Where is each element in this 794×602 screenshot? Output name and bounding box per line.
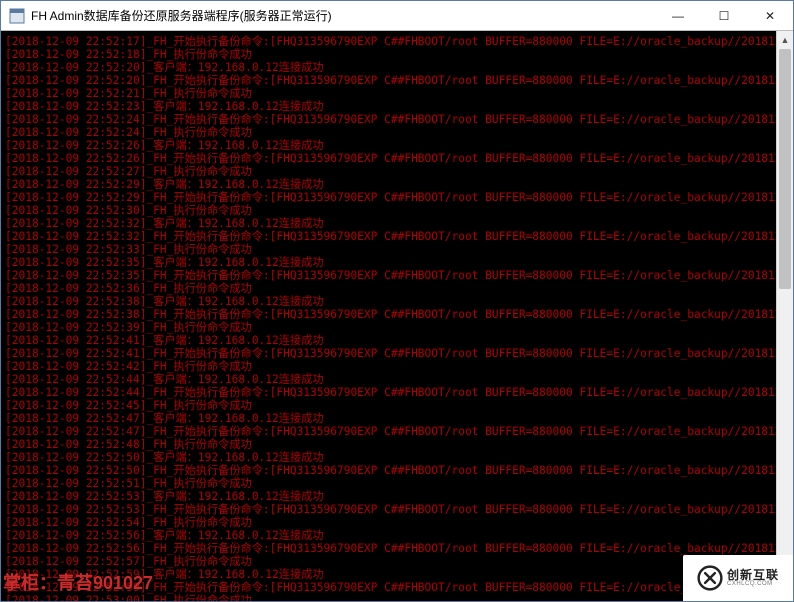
log-line: [2018-12-09 22:52:18]_FH_执行份命令成功 — [5, 48, 793, 61]
log-line: [2018-12-09 22:52:32]_FH_开始执行备份命令:[FHQ31… — [5, 230, 793, 243]
log-line: [2018-12-09 22:52:35]_客户端：192.168.0.12连接… — [5, 256, 793, 269]
close-button[interactable]: ✕ — [747, 1, 793, 31]
log-line: [2018-12-09 22:52:39]_FH_执行份命令成功 — [5, 321, 793, 334]
log-line: [2018-12-09 22:52:41]_客户端：192.168.0.12连接… — [5, 334, 793, 347]
scroll-thumb[interactable] — [779, 49, 791, 289]
log-line: [2018-12-09 22:52:48]_FH_执行份命令成功 — [5, 438, 793, 451]
log-line: [2018-12-09 22:52:26]_FH_开始执行备份命令:[FHQ31… — [5, 152, 793, 165]
log-line: [2018-12-09 22:52:20]_FH_开始执行备份命令:[FHQ31… — [5, 74, 793, 87]
log-line: [2018-12-09 22:52:24]_FH_执行份命令成功 — [5, 126, 793, 139]
log-line: [2018-12-09 22:52:38]_FH_开始执行备份命令:[FHQ31… — [5, 308, 793, 321]
watermark-left: 掌柜：青苔901027 — [3, 569, 153, 595]
log-line: [2018-12-09 22:53:00]_FH_执行份命令成功 — [5, 594, 793, 601]
log-line: [2018-12-09 22:52:23]_客户端：192.168.0.12连接… — [5, 100, 793, 113]
log-line: [2018-12-09 22:52:33]_FH_执行份命令成功 — [5, 243, 793, 256]
log-line: [2018-12-09 22:52:50]_FH_开始执行备份命令:[FHQ31… — [5, 464, 793, 477]
log-line: [2018-12-09 22:52:47]_客户端：192.168.0.12连接… — [5, 412, 793, 425]
app-window: FH Admin数据库备份还原服务器端程序(服务器正常运行) — ☐ ✕ [20… — [0, 0, 794, 602]
maximize-button[interactable]: ☐ — [701, 1, 747, 31]
log-line: [2018-12-09 22:52:53]_FH_开始执行备份命令:[FHQ31… — [5, 503, 793, 516]
logo-text-en: CXHLCQ.COM — [727, 581, 779, 587]
log-line: [2018-12-09 22:52:38]_客户端：192.168.0.12连接… — [5, 295, 793, 308]
log-line: [2018-12-09 22:52:29]_客户端：192.168.0.12连接… — [5, 178, 793, 191]
log-line: [2018-12-09 22:52:17]_FH_开始执行备份命令:[FHQ31… — [5, 35, 793, 48]
log-line: [2018-12-09 22:52:54]_FH_执行份命令成功 — [5, 516, 793, 529]
log-line: [2018-12-09 22:52:50]_客户端：192.168.0.12连接… — [5, 451, 793, 464]
log-line: [2018-12-09 22:52:51]_FH_执行份命令成功 — [5, 477, 793, 490]
log-line: [2018-12-09 22:52:36]_FH_执行份命令成功 — [5, 282, 793, 295]
log-line: [2018-12-09 22:52:35]_FH_开始执行备份命令:[FHQ31… — [5, 269, 793, 282]
log-line: [2018-12-09 22:52:56]_FH_开始执行备份命令:[FHQ31… — [5, 542, 793, 555]
logo-text-cn: 创新互联 — [727, 569, 779, 581]
log-line: [2018-12-09 22:52:45]_FH_执行份命令成功 — [5, 399, 793, 412]
log-line: [2018-12-09 22:52:32]_客户端：192.168.0.12连接… — [5, 217, 793, 230]
vertical-scrollbar[interactable]: ▲ ▼ — [776, 31, 793, 601]
log-line: [2018-12-09 22:52:53]_客户端：192.168.0.12连接… — [5, 490, 793, 503]
logo-icon — [697, 565, 723, 591]
window-title: FH Admin数据库备份还原服务器端程序(服务器正常运行) — [31, 7, 332, 24]
log-line: [2018-12-09 22:52:30]_FH_执行份命令成功 — [5, 204, 793, 217]
log-console[interactable]: [2018-12-09 22:52:17]_FH_开始执行备份命令:[FHQ31… — [1, 31, 793, 601]
log-line: [2018-12-09 22:52:24]_FH_开始执行备份命令:[FHQ31… — [5, 113, 793, 126]
minimize-button[interactable]: — — [655, 1, 701, 31]
log-line: [2018-12-09 22:52:44]_FH_开始执行备份命令:[FHQ31… — [5, 386, 793, 399]
log-line: [2018-12-09 22:52:21]_FH_执行份命令成功 — [5, 87, 793, 100]
log-line: [2018-12-09 22:52:42]_FH_执行份命令成功 — [5, 360, 793, 373]
log-line: [2018-12-09 22:52:57]_FH_执行份命令成功 — [5, 555, 793, 568]
app-icon — [9, 8, 25, 24]
log-line: [2018-12-09 22:52:47]_FH_开始执行备份命令:[FHQ31… — [5, 425, 793, 438]
titlebar[interactable]: FH Admin数据库备份还原服务器端程序(服务器正常运行) — ☐ ✕ — [1, 1, 793, 31]
log-line: [2018-12-09 22:52:44]_客户端：192.168.0.12连接… — [5, 373, 793, 386]
scroll-up-arrow[interactable]: ▲ — [777, 31, 793, 48]
log-line: [2018-12-09 22:52:26]_客户端：192.168.0.12连接… — [5, 139, 793, 152]
log-line: [2018-12-09 22:52:41]_FH_开始执行备份命令:[FHQ31… — [5, 347, 793, 360]
log-line: [2018-12-09 22:52:56]_客户端：192.168.0.12连接… — [5, 529, 793, 542]
log-line: [2018-12-09 22:52:27]_FH_执行份命令成功 — [5, 165, 793, 178]
log-line: [2018-12-09 22:52:20]_客户端：192.168.0.12连接… — [5, 61, 793, 74]
log-line: [2018-12-09 22:52:29]_FH_开始执行备份命令:[FHQ31… — [5, 191, 793, 204]
watermark-right: 创新互联 CXHLCQ.COM — [683, 555, 793, 601]
